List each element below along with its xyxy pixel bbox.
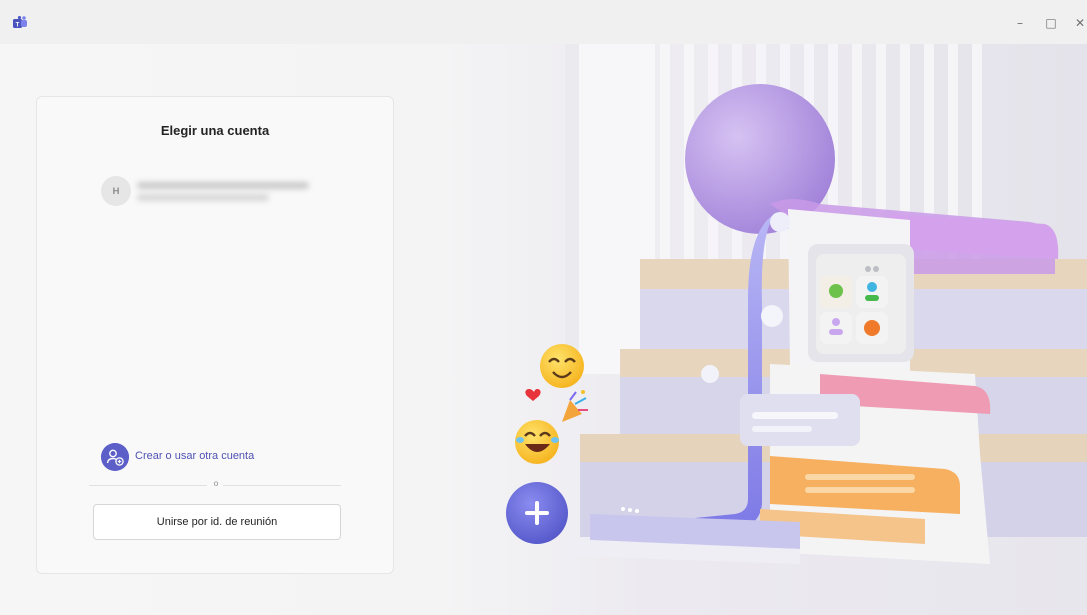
heart-icon <box>525 389 541 401</box>
account-item[interactable]: H <box>101 176 331 210</box>
laughing-emoji-icon <box>515 420 559 464</box>
teams-window: T – □ ✕ Elegir una cuenta H Crear o usar… <box>0 0 1087 615</box>
plus-icon <box>506 482 568 544</box>
divider-text: o <box>213 479 219 488</box>
create-account-label: Crear o usar otra cuenta <box>135 450 255 462</box>
avatar: H <box>101 176 131 206</box>
minimize-button[interactable]: – <box>1008 12 1032 34</box>
maximize-button[interactable]: □ <box>1039 12 1063 34</box>
smiling-emoji-icon <box>540 344 584 388</box>
close-button[interactable]: ✕ <box>1068 12 1087 34</box>
divider <box>89 485 207 486</box>
redacted-account-name <box>137 182 309 189</box>
svg-text:T: T <box>16 22 20 28</box>
party-popper-icon <box>562 390 588 422</box>
welcome-illustration <box>506 44 1087 564</box>
person-add-icon <box>101 443 129 471</box>
divider <box>223 485 341 486</box>
teams-logo-icon: T <box>13 16 27 28</box>
join-by-meeting-id-button[interactable]: Unirse por id. de reunión <box>93 504 341 540</box>
title-bar: T – □ ✕ <box>0 0 1087 44</box>
redacted-account-email <box>137 194 269 201</box>
account-chooser-card: Elegir una cuenta H Crear o usar otra cu… <box>36 96 394 574</box>
card-title: Elegir una cuenta <box>160 123 270 138</box>
